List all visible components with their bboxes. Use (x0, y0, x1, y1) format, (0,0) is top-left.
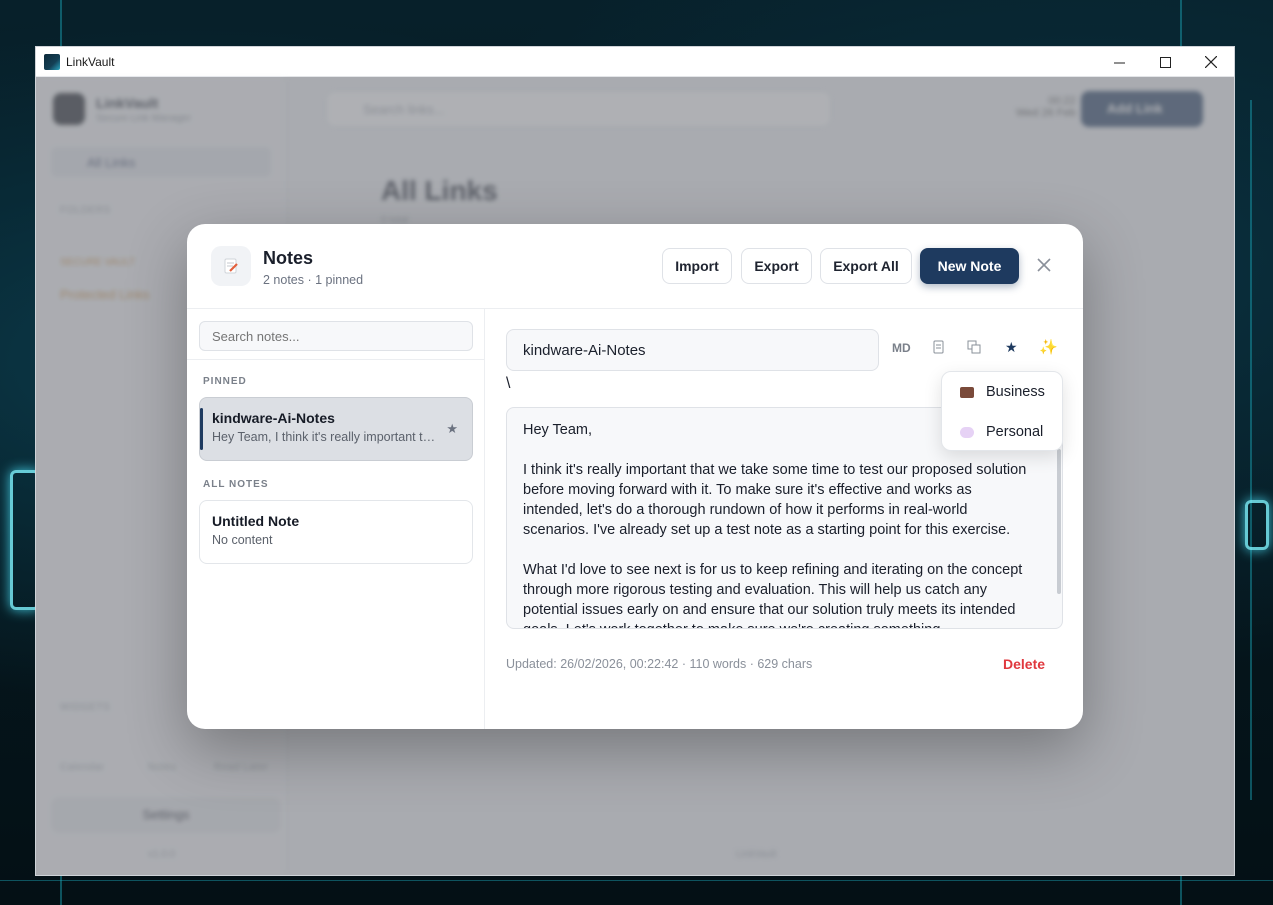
note-title-input[interactable]: kindware-Ai-Notes (506, 329, 879, 371)
app-logo-icon (44, 53, 60, 70)
markdown-toggle-button[interactable]: MD (892, 341, 911, 355)
pinned-section-label: PINNED (203, 376, 247, 387)
new-note-button[interactable]: New Note (920, 248, 1019, 284)
notes-modal: Notes 2 notes · 1 pinned Import Export E… (187, 224, 1083, 729)
document-icon (933, 340, 944, 354)
export-all-button[interactable]: Export All (820, 248, 912, 284)
note-title: kindware-Ai-Notes (212, 410, 335, 426)
notes-icon (211, 246, 251, 286)
modal-header: Notes 2 notes · 1 pinned Import Export E… (187, 224, 1083, 309)
note-card-pinned[interactable]: kindware-Ai-Notes Hey Team, I think it's… (199, 397, 473, 461)
window-title: LinkVault (66, 54, 115, 69)
note-snippet: Hey Team, I think it's really important … (212, 430, 438, 444)
category-item-personal[interactable]: Personal (960, 424, 1043, 440)
import-button[interactable]: Import (662, 248, 732, 284)
export-button[interactable]: Export (741, 248, 812, 284)
close-icon (1037, 258, 1051, 272)
modal-title: Notes (263, 248, 314, 268)
briefcase-icon (960, 386, 974, 398)
modal-subtitle: 2 notes · 1 pinned (263, 273, 364, 287)
category-item-business[interactable]: Business (960, 384, 1045, 400)
editor-paragraph: What I'd love to see next is for us to k… (523, 562, 1023, 628)
delete-note-button[interactable]: Delete (1003, 656, 1045, 672)
category-label: Personal (986, 424, 1044, 440)
note-card-untitled[interactable]: Untitled Note No content (199, 500, 473, 564)
editor-paragraph: I think it's really important that we ta… (523, 462, 1027, 538)
pane-divider (187, 359, 485, 360)
note-meta: Updated: 26/02/2026, 00:22:42 · 110 word… (506, 657, 813, 671)
sparkles-icon[interactable]: ✨ (1039, 338, 1058, 356)
maximize-button[interactable] (1142, 47, 1188, 77)
memo-icon (224, 258, 238, 274)
editor-scrollbar[interactable] (1057, 449, 1061, 594)
note-title-value: kindware-Ai-Notes (523, 341, 646, 359)
copy-text-button[interactable] (933, 340, 945, 357)
note-snippet: No content (212, 533, 273, 547)
maximize-icon (1159, 56, 1171, 68)
close-window-button[interactable] (1188, 47, 1234, 77)
close-icon (1205, 56, 1217, 68)
close-modal-button[interactable] (1033, 254, 1055, 276)
window-titlebar: LinkVault (36, 47, 1234, 77)
category-dropdown: Business Personal (941, 371, 1063, 451)
notes-list-pane: PINNED kindware-Ai-Notes Hey Team, I thi… (187, 309, 485, 729)
minimize-icon (1113, 62, 1125, 63)
search-notes-input[interactable] (199, 321, 473, 351)
duplicate-icon (967, 340, 981, 354)
minimize-button[interactable] (1096, 47, 1142, 77)
all-notes-section-label: ALL NOTES (203, 479, 269, 490)
stray-text: \ (506, 375, 511, 392)
category-label: Business (986, 384, 1045, 400)
speech-bubble-icon (960, 426, 974, 438)
duplicate-button[interactable] (967, 340, 981, 357)
note-title: Untitled Note (212, 513, 300, 529)
pin-star-button[interactable]: ★ (1005, 339, 1018, 356)
pinned-star-icon[interactable]: ★ (446, 421, 458, 437)
